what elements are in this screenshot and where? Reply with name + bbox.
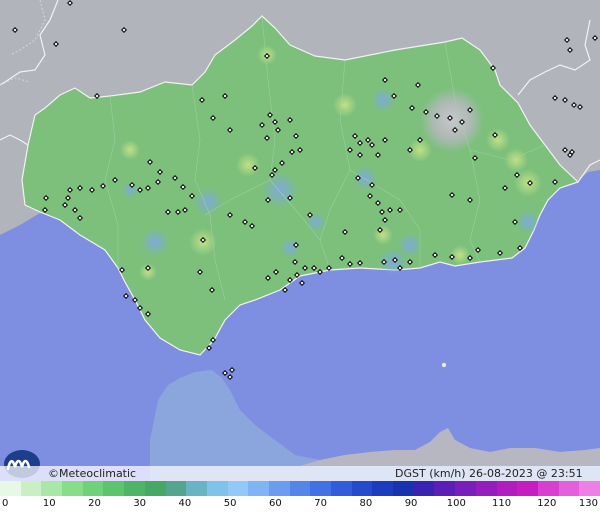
scale-swatch bbox=[20, 481, 42, 496]
brand-credit: ©Meteoclimatic bbox=[48, 467, 136, 480]
scale-swatch bbox=[186, 481, 207, 496]
scale-swatch bbox=[351, 481, 373, 496]
scale-swatch bbox=[165, 481, 187, 496]
scale-swatch bbox=[289, 481, 311, 496]
scale-swatch bbox=[268, 481, 290, 496]
color-scale-ticks: 0 10 20 30 40 50 60 70 80 90 100 110 120 130 bbox=[0, 498, 600, 512]
scale-swatch bbox=[227, 481, 249, 496]
scale-swatch bbox=[496, 481, 518, 496]
scale-swatch bbox=[372, 481, 394, 496]
brand-name: Meteoclimatic bbox=[59, 467, 137, 480]
scale-tick-label: 20 bbox=[88, 498, 101, 509]
color-scale-bar bbox=[0, 481, 600, 496]
scale-swatch bbox=[248, 481, 269, 496]
scale-tick-label: 10 bbox=[42, 498, 56, 509]
scale-tick-label: 0 bbox=[2, 498, 9, 509]
scale-swatch bbox=[517, 481, 538, 496]
scale-tick-label: 100 bbox=[446, 498, 466, 509]
scale-swatch bbox=[331, 481, 352, 496]
scale-swatch bbox=[579, 481, 600, 496]
scale-tick-label: 90 bbox=[404, 498, 418, 509]
scale-swatch bbox=[393, 481, 414, 496]
scale-tick-label: 40 bbox=[178, 498, 192, 509]
scale-swatch bbox=[144, 481, 166, 496]
scale-swatch bbox=[124, 481, 145, 496]
info-bar: ©Meteoclimatic DGST (km/h) 26-08-2023 @ … bbox=[0, 466, 600, 493]
scale-swatch bbox=[206, 481, 228, 496]
scale-tick-label: 30 bbox=[133, 498, 147, 509]
product-label: DGST (km/h) bbox=[395, 467, 466, 480]
scale-swatch bbox=[434, 481, 456, 496]
scale-tick-label: 70 bbox=[314, 498, 327, 509]
scale-swatch bbox=[103, 481, 125, 496]
copyright-symbol: © bbox=[48, 467, 59, 480]
scale-tick-label: 130 bbox=[578, 498, 598, 509]
scale-swatch bbox=[82, 481, 104, 496]
scale-tick-label: 50 bbox=[223, 498, 237, 509]
scale-tick-label: 120 bbox=[537, 498, 557, 509]
color-scale-legend: 0 10 20 30 40 50 60 70 80 90 100 110 120 130 bbox=[0, 481, 600, 517]
scale-tick-label: 60 bbox=[269, 498, 282, 509]
scale-swatch bbox=[475, 481, 497, 496]
scale-swatch bbox=[310, 481, 331, 496]
scale-swatch bbox=[0, 481, 21, 496]
scale-tick-label: 110 bbox=[491, 498, 512, 509]
scale-swatch bbox=[537, 481, 559, 496]
scale-swatch bbox=[41, 481, 63, 496]
scale-swatch bbox=[455, 481, 476, 496]
offshore-station bbox=[441, 362, 447, 368]
scale-swatch bbox=[62, 481, 83, 496]
scale-swatch bbox=[558, 481, 580, 496]
wind-gust-map bbox=[0, 0, 600, 517]
scale-swatch bbox=[413, 481, 435, 496]
scale-tick-label: 80 bbox=[359, 498, 373, 509]
